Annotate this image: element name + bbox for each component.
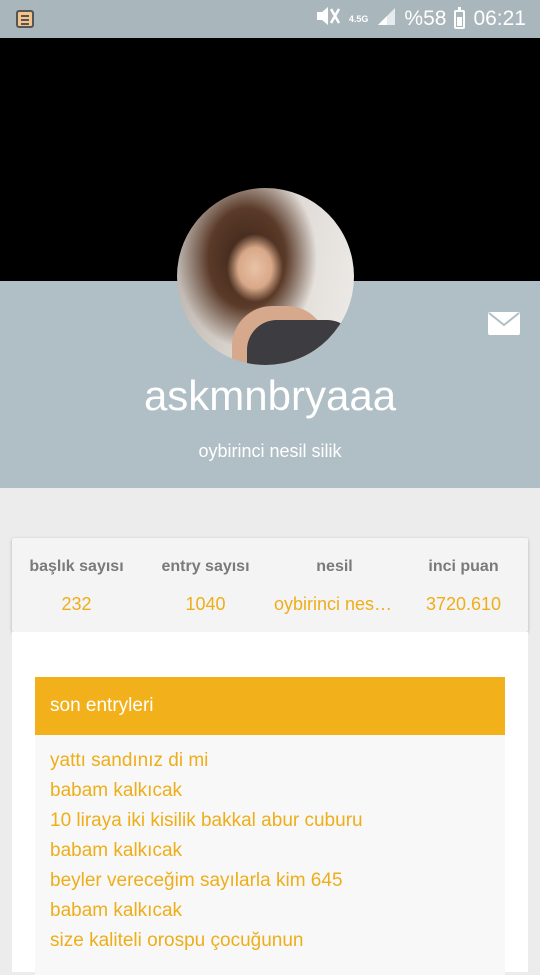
stat-value: 232 <box>61 594 92 614</box>
entry-link[interactable]: babam kalkıcak <box>50 780 182 802</box>
status-bar: 4.5G %58 06:21 <box>0 0 540 38</box>
entries-card: son entryleri yattı sandınız di mi babam… <box>12 632 528 975</box>
battery-percent: %58 <box>404 7 447 30</box>
mute-icon <box>315 5 341 33</box>
generation-label: oybirinci nesil silik <box>198 441 342 461</box>
stat-value: 3720.610 <box>425 594 502 614</box>
battery-icon <box>454 6 466 29</box>
notification-app-icon <box>16 10 34 28</box>
entries-header: son entryleri <box>35 677 505 735</box>
entry-link[interactable]: size kaliteli orospu çocuğunun <box>50 930 304 952</box>
stats-card: başlık sayısı 232 entry sayısı 1040 nesi… <box>12 538 528 632</box>
mail-icon[interactable] <box>488 312 520 335</box>
stat-label: inci puan <box>428 558 499 575</box>
stat-label: entry sayısı <box>161 558 250 575</box>
avatar[interactable] <box>177 188 354 365</box>
stat-label: nesil <box>316 558 353 575</box>
clock: 06:21 <box>473 7 526 30</box>
stat-value: oybirinci nesil silik <box>274 594 395 614</box>
entry-link[interactable]: yattı sandınız di mi <box>50 750 208 772</box>
entry-link[interactable]: babam kalkıcak <box>50 900 182 922</box>
entries-list: yattı sandınız di mi babam kalkıcak 10 l… <box>35 735 505 975</box>
network-type-label: 4.5G <box>348 13 369 24</box>
entry-link[interactable]: beyler vereceğim sayılarla kim 645 <box>50 870 343 892</box>
stat-label: başlık sayısı <box>29 558 124 575</box>
stat-value: 1040 <box>185 594 226 614</box>
signal-icon <box>376 6 396 32</box>
entry-link[interactable]: babam kalkıcak <box>50 840 182 862</box>
username: askmnbryaaa <box>143 372 397 419</box>
entry-link[interactable]: 10 liraya iki kisilik bakkal abur cuburu <box>50 810 363 832</box>
